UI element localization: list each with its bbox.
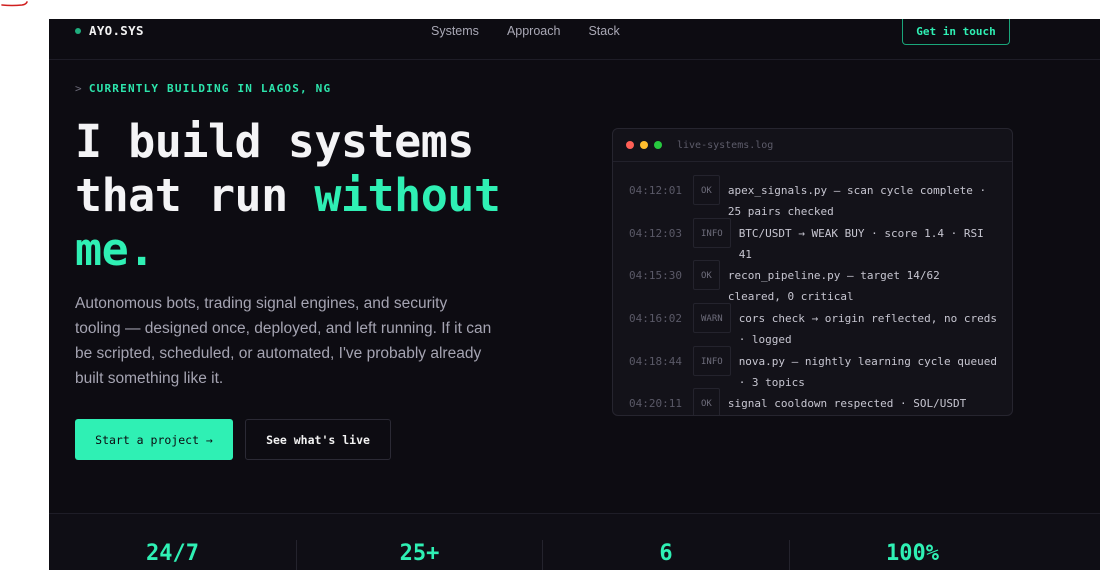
log-message: apex_signals.py — scan cycle complete · … xyxy=(727,184,987,218)
log-line: 04:18:44 INFO nova.py — nightly learning… xyxy=(629,345,1012,394)
nav-links: Systems Approach Stack xyxy=(431,24,620,38)
get-in-touch-button[interactable]: Get in touch xyxy=(902,19,1010,45)
close-dot-icon xyxy=(626,141,634,149)
log-time: 04:16:02 xyxy=(629,312,682,326)
log-message: signal cooldown respected · SOL/USDT xyxy=(727,397,967,411)
hero-description: Autonomous bots, trading signal engines,… xyxy=(75,295,492,387)
hero-title-line1: I build systems xyxy=(75,115,474,168)
log-level-badge: OK xyxy=(693,388,720,415)
log-line: 04:16:02 WARN cors check → origin reflec… xyxy=(629,303,1012,351)
stat-systems: 6 xyxy=(543,514,789,570)
log-level-badge: OK xyxy=(693,260,720,291)
eyebrow-text: CURRENTLY BUILDING IN LAGOS, NG xyxy=(88,82,332,95)
status-dot-icon xyxy=(75,27,81,34)
maximize-dot-icon xyxy=(654,141,662,149)
nav-link-systems[interactable]: Systems xyxy=(431,24,479,38)
nav-link-stack[interactable]: Stack xyxy=(588,24,619,38)
hero-title-accent: without xyxy=(314,169,501,222)
brand-name: AYO.SYS xyxy=(89,23,144,38)
corner-pen-mark xyxy=(1,1,28,7)
log-list: 04:12:01 OK apex_signals.py — scan cycle… xyxy=(613,162,1012,415)
hero-eyebrow: > CURRENTLY BUILDING IN LAGOS, NG xyxy=(75,82,331,95)
log-message: recon_pipeline.py — target 14/62 cleared… xyxy=(727,269,940,304)
log-time: 04:12:01 xyxy=(629,184,682,197)
start-project-button[interactable]: Start a project → xyxy=(75,419,233,460)
stat-uptime: 24/7 xyxy=(49,514,296,570)
browser-viewport: AYO.SYS Systems Approach Stack Get in to… xyxy=(49,19,1100,570)
log-message: nova.py — nightly learning cycle queued … xyxy=(738,354,997,389)
log-time: 04:20:11 xyxy=(629,397,682,411)
log-message: cors check → origin reflected, no creds … xyxy=(738,312,997,347)
see-whats-live-button[interactable]: See what's live xyxy=(245,419,391,460)
minimize-dot-icon xyxy=(640,141,648,149)
log-time: 04:15:30 xyxy=(629,269,682,283)
terminal-titlebar: live-systems.log xyxy=(613,129,1012,162)
prompt-icon: > xyxy=(75,82,83,95)
log-line: 04:12:03 INFO BTC/USDT → WEAK BUY · scor… xyxy=(629,217,1012,266)
stat-value: 6 xyxy=(659,541,673,566)
stat-value: 24/7 xyxy=(146,541,199,566)
hero-title: I build systems that run without me. xyxy=(75,115,595,277)
stat-automated: 100% xyxy=(790,514,1035,570)
hero-title-line3: me. xyxy=(75,223,155,276)
top-nav: AYO.SYS Systems Approach Stack Get in to… xyxy=(49,19,1100,60)
log-level-badge: INFO xyxy=(693,217,731,248)
brand-logo[interactable]: AYO.SYS xyxy=(75,23,144,38)
log-message: BTC/USDT → WEAK BUY · score 1.4 · RSI 41 xyxy=(738,226,984,261)
log-time: 04:18:44 xyxy=(629,354,682,368)
terminal-title: live-systems.log xyxy=(677,139,774,151)
stat-value: 25+ xyxy=(399,541,440,566)
log-line: 04:12:01 OK apex_signals.py — scan cycle… xyxy=(629,175,1012,223)
log-line: 04:15:30 OK recon_pipeline.py — target 1… xyxy=(629,260,1012,308)
log-level-badge: WARN xyxy=(693,303,731,334)
log-time: 04:12:03 xyxy=(629,226,682,240)
log-level-badge: OK xyxy=(693,175,720,205)
nav-link-approach[interactable]: Approach xyxy=(507,24,561,38)
log-line: 04:20:11 OK signal cooldown respected · … xyxy=(629,388,1012,415)
hero-title-line2: that run xyxy=(75,169,315,222)
stat-projects: 25+ xyxy=(297,514,542,570)
log-level-badge: INFO xyxy=(693,345,731,376)
stat-value: 100% xyxy=(886,541,939,566)
stats-bar: 24/7 25+ 6 100% xyxy=(49,513,1100,570)
live-log-terminal: live-systems.log 04:12:01 OK apex_signal… xyxy=(612,128,1013,416)
